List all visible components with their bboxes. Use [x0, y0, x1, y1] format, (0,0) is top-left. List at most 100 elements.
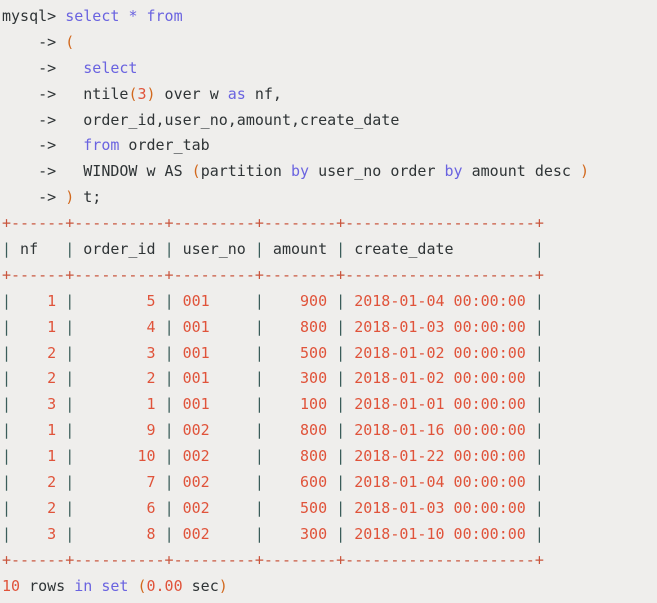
column-divider: |	[2, 421, 12, 440]
query-line: mysql> select * from	[2, 4, 657, 30]
table-cell: 001	[173, 317, 255, 336]
column-divider: |	[65, 421, 75, 440]
table-border: +------+----------+---------+--------+--…	[2, 214, 544, 233]
column-divider: |	[65, 291, 75, 310]
column-divider: |	[336, 498, 346, 517]
table-cell: 2018-01-03 00:00:00	[345, 498, 535, 517]
sql-token: by	[291, 162, 310, 181]
sql-token: t;	[74, 188, 102, 207]
column-divider: |	[2, 240, 12, 259]
sql-token: )	[146, 84, 156, 103]
table-cell: 2018-01-03 00:00:00	[345, 317, 535, 336]
table-cell: 2	[74, 369, 165, 388]
column-header: order_id	[74, 240, 165, 259]
column-header: amount	[263, 240, 337, 259]
column-divider: |	[534, 524, 544, 543]
column-divider: |	[164, 395, 174, 414]
table-cell: 001	[173, 291, 255, 310]
query-line: -> ) t;	[2, 185, 657, 211]
table-cell: 3	[74, 343, 165, 362]
table-row: | 3 | 8 | 002 | 300 | 2018-01-10 00:00:0…	[2, 522, 657, 548]
sql-token: user_no order	[309, 162, 445, 181]
sql-token: (	[191, 162, 201, 181]
column-divider: |	[164, 421, 174, 440]
column-divider: |	[2, 447, 12, 466]
continuation-prompt: ->	[2, 110, 57, 129]
elapsed-time: 0.00	[146, 576, 183, 595]
continuation-prompt: ->	[2, 162, 57, 181]
column-divider: |	[164, 291, 174, 310]
sql-token: select	[83, 58, 138, 77]
table-cell: 2018-01-04 00:00:00	[345, 473, 535, 492]
table-cell: 8	[74, 524, 165, 543]
table-cell: 4	[74, 317, 165, 336]
row-count: 10	[2, 576, 21, 595]
column-divider: |	[254, 447, 264, 466]
sql-token: amount desc	[462, 162, 580, 181]
query-line: -> select	[2, 56, 657, 82]
column-divider: |	[65, 473, 75, 492]
column-divider: |	[65, 447, 75, 466]
sql-token: ntile	[56, 84, 129, 103]
sql-token: nf,	[245, 84, 282, 103]
column-divider: |	[254, 369, 264, 388]
table-cell: 100	[263, 395, 337, 414]
column-divider: |	[336, 369, 346, 388]
sql-token: order_tab	[119, 136, 210, 155]
table-row: | 1 | 5 | 001 | 900 | 2018-01-04 00:00:0…	[2, 289, 657, 315]
table-cell: 2018-01-04 00:00:00	[345, 291, 535, 310]
column-divider: |	[336, 395, 346, 414]
status-line: 10 rows in set (0.00 sec)	[2, 574, 657, 600]
column-divider: |	[254, 317, 264, 336]
column-header: user_no	[173, 240, 255, 259]
table-cell: 500	[263, 343, 337, 362]
continuation-prompt: ->	[2, 58, 57, 77]
column-divider: |	[65, 240, 75, 259]
column-divider: |	[254, 498, 264, 517]
sql-token: order_id,user_no,amount,create_date	[56, 110, 400, 129]
column-divider: |	[2, 317, 12, 336]
column-divider: |	[534, 240, 544, 259]
table-cell: 2	[11, 343, 66, 362]
table-cell: 2018-01-02 00:00:00	[345, 343, 535, 362]
table-cell: 001	[173, 369, 255, 388]
table-cell: 600	[263, 473, 337, 492]
sql-token: partition	[200, 162, 291, 181]
column-divider: |	[164, 447, 174, 466]
table-cell: 9	[74, 421, 165, 440]
column-divider: |	[254, 473, 264, 492]
time-unit: sec	[191, 576, 219, 595]
sql-token: from	[146, 7, 183, 25]
table-cell: 800	[263, 317, 337, 336]
table-cell: 300	[263, 524, 337, 543]
table-cell: 2	[11, 473, 66, 492]
mysql-prompt: mysql>	[2, 7, 57, 25]
column-divider: |	[336, 240, 346, 259]
table-border: +------+----------+---------+--------+--…	[2, 265, 544, 284]
continuation-prompt: ->	[2, 84, 57, 103]
table-row: | 1 | 10 | 002 | 800 | 2018-01-22 00:00:…	[2, 444, 657, 470]
table-cell: 2	[11, 498, 66, 517]
table-cell: 1	[11, 291, 66, 310]
table-cell: 800	[263, 421, 337, 440]
continuation-prompt: ->	[2, 188, 57, 207]
column-divider: |	[336, 291, 346, 310]
column-header: nf	[11, 240, 66, 259]
column-divider: |	[164, 369, 174, 388]
table-cell: 7	[74, 473, 165, 492]
column-divider: |	[534, 291, 544, 310]
column-divider: |	[2, 524, 12, 543]
column-divider: |	[336, 317, 346, 336]
table-cell: 500	[263, 498, 337, 517]
table-row: | 1 | 4 | 001 | 800 | 2018-01-03 00:00:0…	[2, 315, 657, 341]
sql-token: )	[580, 162, 590, 181]
table-row: | 2 | 3 | 001 | 500 | 2018-01-02 00:00:0…	[2, 341, 657, 367]
table-cell: 2	[11, 369, 66, 388]
